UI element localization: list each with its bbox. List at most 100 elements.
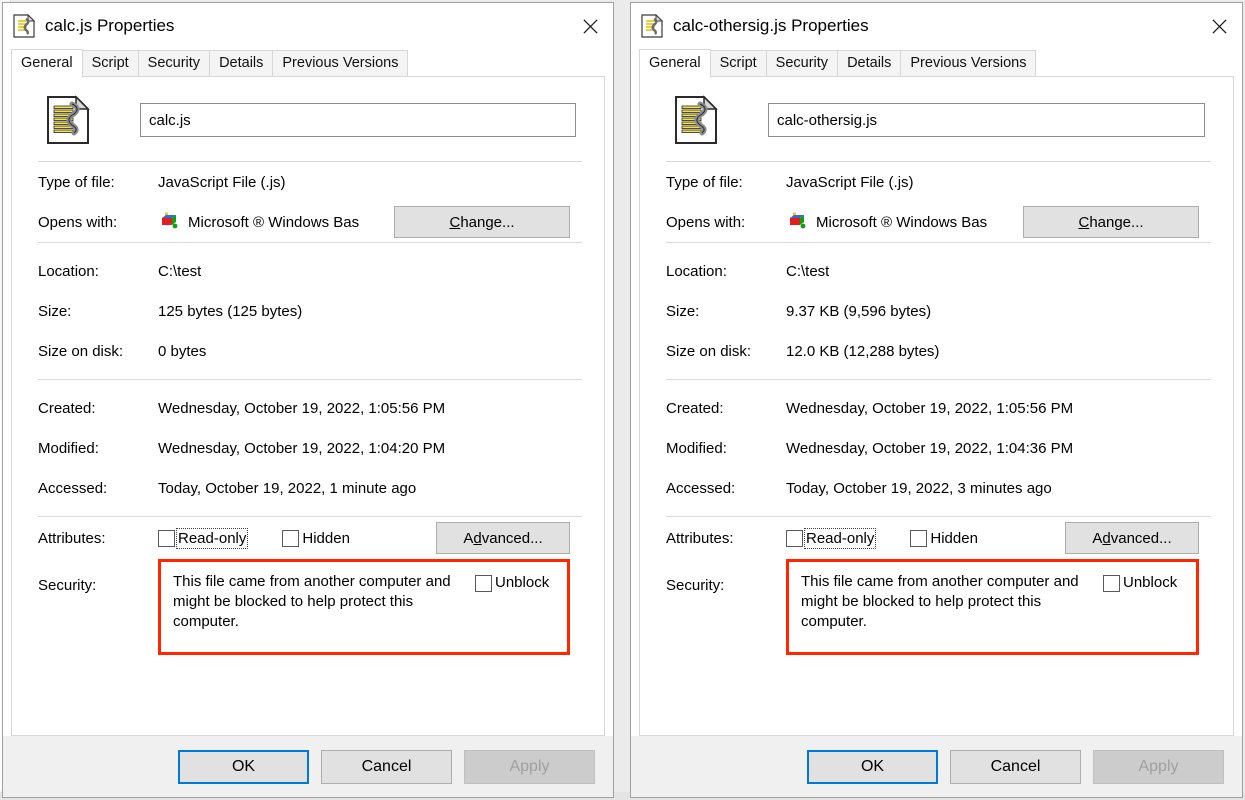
attributes-label: Attributes: [38, 529, 106, 547]
security-message: This file came from another computer and… [801, 573, 1079, 630]
accessed-row: Accessed: Today, October 19, 2022, 3 min… [660, 468, 1213, 508]
size-value: 125 bytes (125 bytes) [158, 302, 303, 320]
unblock-checkbox-group[interactable]: Unblock [475, 572, 549, 592]
unblock-checkbox-group[interactable]: Unblock [1103, 572, 1177, 592]
tab-script[interactable]: Script [709, 50, 767, 77]
dialog-footer: OK Cancel Apply [631, 736, 1242, 797]
accessed-label: Accessed: [666, 479, 736, 497]
created-label: Created: [666, 399, 724, 417]
hidden-checkbox[interactable] [910, 529, 928, 547]
opens-with-label: Opens with: [38, 213, 118, 231]
ok-button[interactable]: OK [807, 750, 938, 784]
accessed-row: Accessed: Today, October 19, 2022, 1 min… [32, 468, 584, 508]
properties-dialog-calc-othersig-js: calc-othersig.js Properties General Scri… [630, 2, 1243, 798]
created-value: Wednesday, October 19, 2022, 1:05:56 PM [158, 399, 446, 417]
file-name-row [660, 77, 1213, 161]
location-value: C:\test [158, 262, 202, 280]
security-highlight-box: This file came from another computer and… [158, 559, 570, 655]
modified-row: Modified: Wednesday, October 19, 2022, 1… [660, 428, 1213, 468]
readonly-checkbox-group[interactable]: Read-only [786, 527, 877, 549]
general-tab-panel: Type of file: JavaScript File (.js) Open… [11, 77, 605, 736]
hidden-checkbox-group[interactable]: Hidden [282, 529, 350, 547]
attributes-row: Attributes: Read-only Hidden Advanced... [32, 517, 584, 559]
tab-details[interactable]: Details [209, 50, 274, 77]
change-button[interactable]: Change... [1023, 206, 1199, 238]
unblock-checkbox[interactable] [1103, 575, 1120, 592]
readonly-checkbox-group[interactable]: Read-only [158, 527, 249, 549]
cancel-button[interactable]: Cancel [950, 750, 1081, 784]
tab-security[interactable]: Security [765, 50, 839, 77]
location-row: Location: C:\test [660, 251, 1213, 291]
security-label: Security: [38, 577, 97, 594]
windows-script-host-icon [786, 212, 808, 232]
window-title: calc-othersig.js Properties [673, 16, 869, 35]
size-label: Size: [38, 302, 72, 320]
tab-security[interactable]: Security [137, 50, 211, 77]
type-of-file-value: JavaScript File (.js) [158, 173, 286, 191]
opens-with-value-group: Microsoft ® Windows Bas [158, 212, 394, 232]
file-name-input[interactable] [140, 103, 576, 137]
attributes-label: Attributes: [666, 529, 734, 547]
change-button[interactable]: Change... [394, 206, 570, 238]
opens-with-value-group: Microsoft ® Windows Bas [786, 212, 1023, 232]
accessed-label: Accessed: [38, 479, 108, 497]
readonly-checkbox[interactable] [786, 529, 803, 547]
properties-dialog-calc-js: calc.js Properties General Script Securi… [2, 2, 614, 798]
modified-value: Wednesday, October 19, 2022, 1:04:20 PM [158, 439, 446, 457]
modified-label: Modified: [38, 439, 99, 457]
location-label: Location: [666, 262, 727, 280]
size-on-disk-value: 0 bytes [158, 342, 207, 360]
created-row: Created: Wednesday, October 19, 2022, 1:… [32, 388, 584, 428]
advanced-button[interactable]: Advanced... [436, 522, 570, 554]
size-on-disk-row: Size on disk: 0 bytes [32, 331, 584, 371]
tab-script[interactable]: Script [81, 50, 139, 77]
window-title: calc.js Properties [45, 16, 175, 35]
size-on-disk-row: Size on disk: 12.0 KB (12,288 bytes) [660, 331, 1213, 371]
file-name-input[interactable] [768, 103, 1205, 137]
accessed-value: Today, October 19, 2022, 1 minute ago [158, 479, 417, 497]
apply-button: Apply [464, 750, 595, 784]
hidden-checkbox[interactable] [282, 529, 300, 547]
tab-general[interactable]: General [639, 49, 711, 78]
ok-button[interactable]: OK [178, 750, 309, 784]
title-bar: calc-othersig.js Properties [631, 3, 1242, 49]
size-row: Size: 9.37 KB (9,596 bytes) [660, 291, 1213, 331]
desktop-screen: calc.js Properties General Script Securi… [0, 0, 1245, 800]
opens-with-label: Opens with: [666, 213, 746, 231]
readonly-checkbox[interactable] [158, 529, 175, 547]
unblock-checkbox[interactable] [475, 575, 492, 592]
tab-previous-versions[interactable]: Previous Versions [900, 50, 1037, 77]
type-of-file-row: Type of file: JavaScript File (.js) [660, 162, 1213, 202]
tab-details[interactable]: Details [837, 50, 902, 77]
apply-button: Apply [1093, 750, 1224, 784]
advanced-button[interactable]: Advanced... [1065, 522, 1199, 554]
javascript-file-icon [641, 13, 664, 38]
cancel-button[interactable]: Cancel [321, 750, 452, 784]
location-row: Location: C:\test [32, 251, 584, 291]
security-row: Security: This file came from another co… [660, 559, 1213, 655]
unblock-label: Unblock [495, 574, 550, 591]
security-row: Security: This file came from another co… [32, 559, 584, 655]
size-on-disk-label: Size on disk: [38, 342, 124, 360]
tab-previous-versions[interactable]: Previous Versions [272, 50, 409, 77]
hidden-checkbox-group[interactable]: Hidden [910, 529, 978, 547]
size-on-disk-label: Size on disk: [666, 342, 752, 360]
javascript-file-icon [13, 13, 36, 38]
security-highlight-box: This file came from another computer and… [786, 559, 1199, 655]
javascript-file-icon [674, 95, 718, 145]
security-message: This file came from another computer and… [173, 573, 451, 630]
size-value: 9.37 KB (9,596 bytes) [786, 302, 932, 320]
security-label: Security: [666, 577, 725, 594]
hidden-label: Hidden [930, 529, 978, 547]
tab-general[interactable]: General [11, 49, 83, 78]
javascript-file-icon [46, 95, 90, 145]
created-label: Created: [38, 399, 96, 417]
readonly-label: Read-only [803, 527, 877, 549]
opens-with-app-name: Microsoft ® Windows Bas [816, 213, 988, 231]
location-value: C:\test [786, 262, 830, 280]
close-icon[interactable] [567, 3, 613, 49]
opens-with-row: Opens with: Microsoft ® Windows Bas Chan… [660, 202, 1213, 242]
modified-label: Modified: [666, 439, 727, 457]
close-icon[interactable] [1196, 3, 1242, 49]
opens-with-app-name: Microsoft ® Windows Bas [188, 213, 360, 231]
